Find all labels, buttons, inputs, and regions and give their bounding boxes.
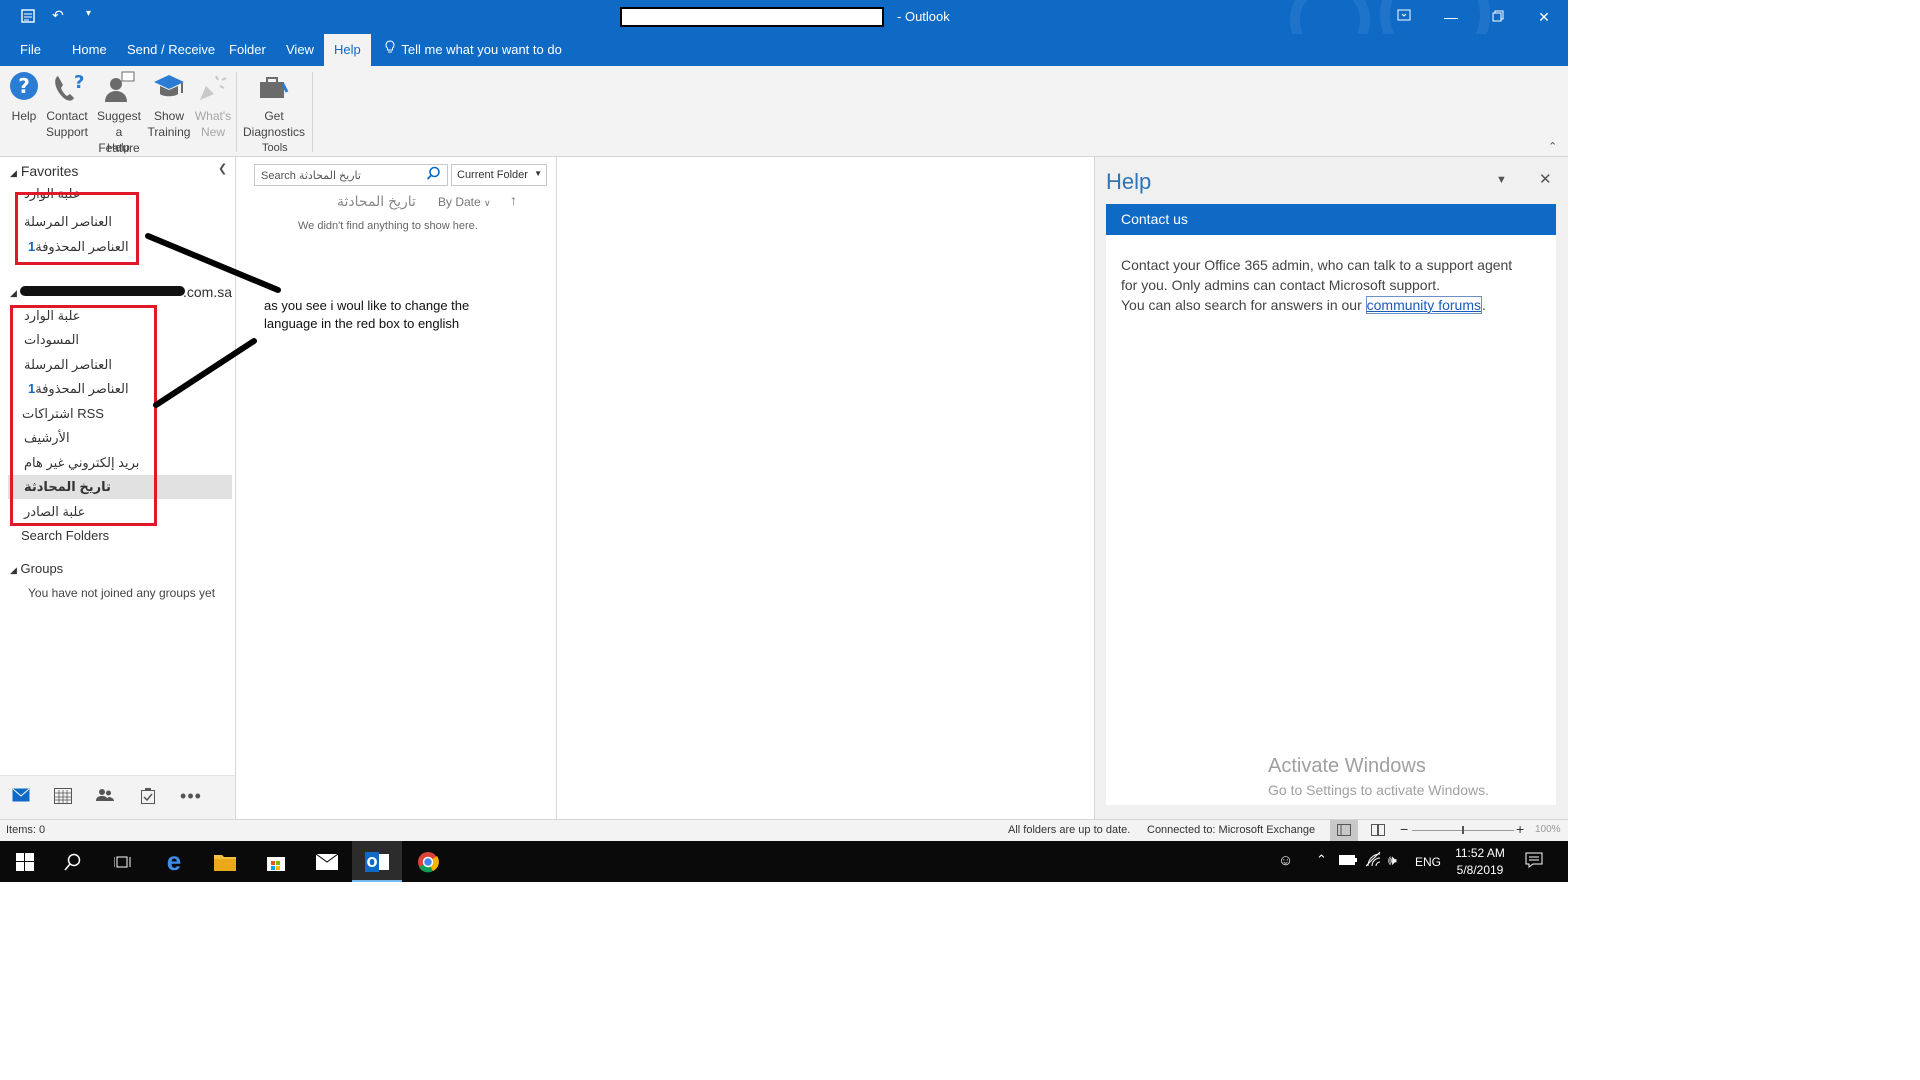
outlook-window: { "window": { "title": "Outlook", "title… xyxy=(0,0,1568,882)
annotation-arrow xyxy=(145,233,281,293)
activate-windows-watermark: Activate Windows Go to Settings to activ… xyxy=(1268,755,1489,798)
help-text-line: You can also search for answers in our c… xyxy=(1121,296,1486,314)
close-pane-icon[interactable]: ✕ xyxy=(1539,170,1552,188)
clock-date: 5/8/2019 xyxy=(1456,863,1504,877)
help-text-line: for you. Only admins can contact Microso… xyxy=(1121,277,1441,293)
zoom-in-icon[interactable]: + xyxy=(1516,821,1524,837)
zoom-level[interactable]: 100% xyxy=(1535,824,1561,835)
people-icon[interactable]: ☺ xyxy=(1278,852,1293,869)
battery-icon[interactable] xyxy=(1339,854,1357,868)
help-pane: Help ▼ ✕ Contact us Contact your Office … xyxy=(1095,157,1568,819)
wifi-icon[interactable] xyxy=(1365,851,1381,870)
normal-view-button[interactable] xyxy=(1330,820,1358,841)
contact-us-header: Contact us xyxy=(1106,204,1556,235)
zoom-out-icon[interactable]: − xyxy=(1400,821,1408,837)
mail-app-icon[interactable] xyxy=(302,841,352,882)
item-count: Items: 0 xyxy=(6,824,46,836)
help-content: Contact your Office 365 admin, who can t… xyxy=(1106,235,1556,805)
start-icon[interactable] xyxy=(0,841,50,882)
help-pane-title: Help xyxy=(1106,169,1152,194)
reading-pane xyxy=(557,157,1095,819)
help-text-line: Contact your Office 365 admin, who can t… xyxy=(1121,257,1513,273)
pane-options-icon[interactable]: ▼ xyxy=(1496,174,1507,186)
chrome-icon[interactable] xyxy=(403,841,453,882)
sync-status: All folders are up to date. xyxy=(1008,824,1131,836)
reading-view-icon[interactable] xyxy=(1371,824,1385,839)
action-center-icon[interactable] xyxy=(1525,852,1543,871)
annotation-arrow xyxy=(153,338,257,408)
community-forums-link[interactable]: community forums xyxy=(1365,296,1482,314)
task-view-icon[interactable] xyxy=(98,841,148,882)
input-language[interactable]: ENG xyxy=(1415,855,1441,869)
windows-taskbar: e O ☺ ⌃ 🕪 ENG 11:52 AM 5/8/2019 xyxy=(0,841,1568,882)
clock-time: 11:52 AM xyxy=(1455,846,1505,860)
zoom-slider-thumb[interactable] xyxy=(1462,826,1464,834)
edge-icon[interactable]: e xyxy=(149,841,199,882)
clock[interactable]: 11:52 AM 5/8/2019 xyxy=(1450,845,1510,879)
file-explorer-icon[interactable] xyxy=(200,841,250,882)
show-hidden-icons-icon[interactable]: ⌃ xyxy=(1316,852,1327,868)
search-icon[interactable] xyxy=(48,841,98,882)
connection-status: Connected to: Microsoft Exchange xyxy=(1147,824,1316,836)
status-bar: Items: 0 All folders are up to date. Con… xyxy=(0,819,1568,841)
normal-view-icon xyxy=(1337,824,1351,839)
store-icon[interactable] xyxy=(251,841,301,882)
volume-icon[interactable]: 🕪 xyxy=(1388,852,1397,869)
svg-text:O: O xyxy=(366,856,377,871)
outlook-taskbar-icon[interactable]: O xyxy=(352,841,402,882)
